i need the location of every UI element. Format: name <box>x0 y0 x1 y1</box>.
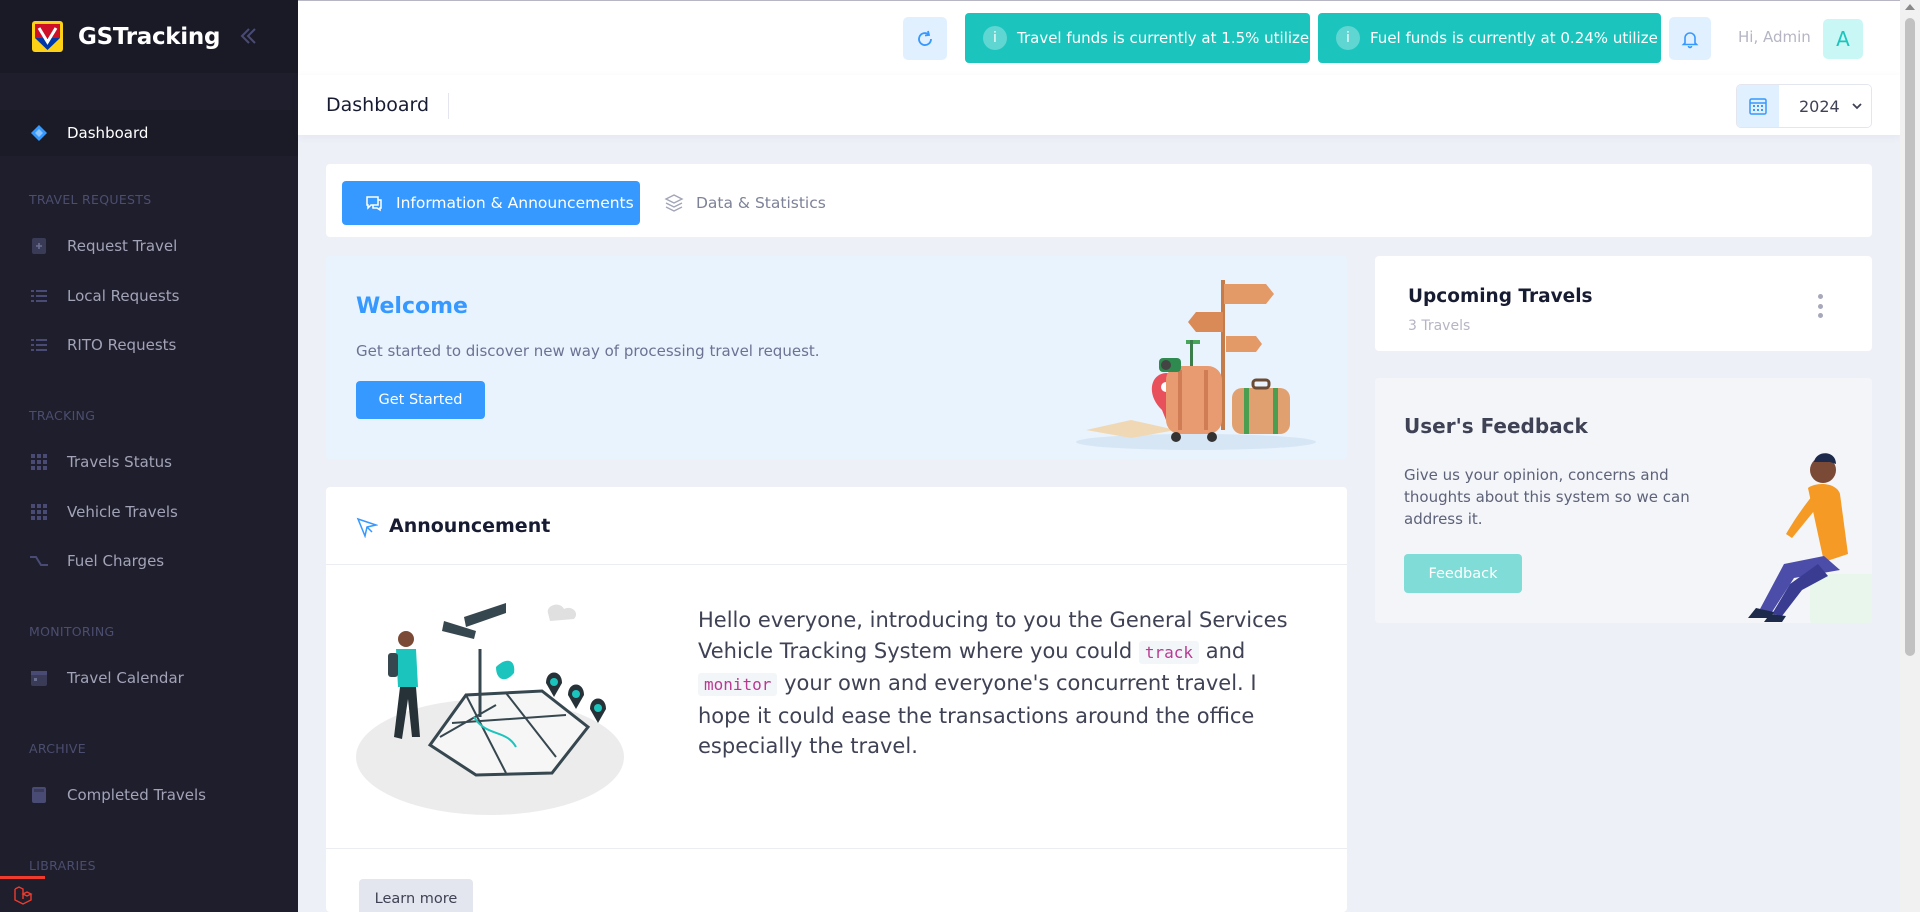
announcement-header: Announcement <box>326 487 1347 565</box>
sidebar-item-request-travel[interactable]: Request Travel <box>0 224 298 268</box>
more-options-icon[interactable] <box>1815 294 1825 318</box>
code-monitor: monitor <box>698 673 778 696</box>
sidebar-item-rito-requests[interactable]: RITO Requests <box>0 323 298 367</box>
section-tracking: TRACKING <box>29 408 96 423</box>
sidebar-item-travel-calendar[interactable]: Travel Calendar <box>0 656 298 700</box>
top-header: i Travel funds is currently at 1.5% util… <box>298 0 1900 75</box>
map-navigation-illustration <box>356 603 624 815</box>
feedback-text: Give us your opinion, concerns and thoug… <box>1404 466 1690 528</box>
chevron-down-icon <box>1852 103 1862 110</box>
scroll-thumb[interactable] <box>1905 18 1915 656</box>
upcoming-travels-count: 3 Travels <box>1408 318 1471 334</box>
sidebar-item-label: Completed Travels <box>67 786 206 804</box>
sidebar-item-label: Travels Status <box>67 453 172 471</box>
page-title: Dashboard <box>326 94 430 116</box>
sidebar-item-travels-status[interactable]: Travels Status <box>0 440 298 484</box>
sidebar-item-label: Dashboard <box>67 124 149 142</box>
layers-icon <box>664 193 684 213</box>
feedback-card: User's Feedback Give us your opinion, co… <box>1375 378 1872 623</box>
travel-luggage-illustration <box>1076 280 1316 450</box>
section-travel-requests: TRAVEL REQUESTS <box>29 192 152 207</box>
collapse-sidebar-icon[interactable] <box>236 24 260 48</box>
tab-label: Information & Announcements <box>396 194 634 212</box>
tab-information-announcements[interactable]: Information & Announcements <box>342 181 640 225</box>
route-icon <box>29 551 49 571</box>
feedback-button[interactable]: Feedback <box>1404 554 1522 593</box>
sidebar-item-fuel-charges[interactable]: Fuel Charges <box>0 539 298 583</box>
travel-funds-badge: i Travel funds is currently at 1.5% util… <box>965 13 1310 63</box>
upcoming-travels-title: Upcoming Travels <box>1408 286 1593 307</box>
welcome-title: Welcome <box>356 294 468 319</box>
welcome-text: Get started to discover new way of proce… <box>356 342 820 360</box>
sidebar-item-vehicle-travels[interactable]: Vehicle Travels <box>0 490 298 534</box>
person-sitting-illustration <box>1748 453 1872 623</box>
year-select-value[interactable]: 2024 <box>1779 85 1871 127</box>
year-select[interactable]: 2024 <box>1736 84 1872 128</box>
page-scrollbar[interactable] <box>1900 0 1920 912</box>
code-track: track <box>1138 640 1200 664</box>
sidebar-item-local-requests[interactable]: Local Requests <box>0 274 298 318</box>
book-icon <box>29 785 49 805</box>
user-greeting[interactable]: Hi, Admin <box>1738 28 1811 46</box>
announcement-text-1: Hello everyone, introducing to you the G… <box>698 608 1288 663</box>
chat-icon <box>364 193 384 213</box>
calendar-icon <box>1737 85 1779 127</box>
sidebar-item-label: RITO Requests <box>67 336 177 354</box>
send-icon <box>356 517 378 538</box>
sidebar-item-label: Vehicle Travels <box>67 503 178 521</box>
logo-icon <box>32 21 63 52</box>
grid-icon <box>29 502 49 522</box>
announcement-card: Announcement Hello everyone, introducing… <box>326 487 1347 912</box>
avatar[interactable]: A <box>1823 19 1863 59</box>
list-icon <box>29 286 49 306</box>
refresh-button[interactable] <box>903 17 947 60</box>
scroll-up-icon[interactable] <box>1905 4 1915 10</box>
sidebar-item-label: Local Requests <box>67 287 180 305</box>
fuel-funds-text: Fuel funds is currently at 0.24% utilize <box>1370 29 1658 47</box>
notifications-button[interactable] <box>1669 17 1711 60</box>
subheader: Dashboard 2024 <box>298 75 1900 135</box>
app-name: GSTracking <box>78 23 221 50</box>
learn-more-button[interactable]: Learn more <box>359 879 473 912</box>
title-separator <box>448 93 449 119</box>
year-value: 2024 <box>1799 96 1840 116</box>
fuel-funds-badge: i Fuel funds is currently at 0.24% utili… <box>1318 13 1661 63</box>
section-monitoring: MONITORING <box>29 624 115 639</box>
list-icon <box>29 335 49 355</box>
tab-data-statistics[interactable]: Data & Statistics <box>664 181 826 225</box>
tabs-card: Information & Announcements Data & Stati… <box>326 164 1872 237</box>
section-archive: ARCHIVE <box>29 741 86 756</box>
announcement-title: Announcement <box>389 515 551 537</box>
bell-icon <box>1681 31 1699 48</box>
sidebar-item-label: Fuel Charges <box>67 552 165 570</box>
get-started-button[interactable]: Get Started <box>356 381 485 419</box>
sidebar-item-label: Travel Calendar <box>67 669 184 687</box>
plus-file-icon <box>29 236 49 256</box>
upcoming-travels-card: Upcoming Travels 3 Travels <box>1375 256 1872 351</box>
feedback-title: User's Feedback <box>1404 414 1588 438</box>
tab-label: Data & Statistics <box>696 194 826 212</box>
grid-icon <box>29 452 49 472</box>
info-icon: i <box>1336 26 1360 50</box>
info-icon: i <box>983 26 1007 50</box>
calendar-icon <box>29 668 49 688</box>
travel-funds-text: Travel funds is currently at 1.5% utiliz… <box>1017 29 1310 47</box>
laravel-debug-icon[interactable] <box>0 876 45 912</box>
divider <box>326 848 1347 849</box>
sidebar-item-completed-travels[interactable]: Completed Travels <box>0 773 298 817</box>
section-libraries: LIBRARIES <box>29 858 96 873</box>
diamond-icon <box>29 123 49 143</box>
welcome-card: Welcome Get started to discover new way … <box>326 256 1347 459</box>
refresh-icon <box>918 30 932 46</box>
sidebar-item-dashboard[interactable]: Dashboard <box>0 110 298 156</box>
sidebar-item-label: Request Travel <box>67 237 178 255</box>
announcement-text: Hello everyone, introducing to you the G… <box>698 605 1298 762</box>
announcement-text-2: and <box>1205 638 1246 663</box>
sidebar: GSTracking Dashboard TRAVEL REQUESTS Req… <box>0 0 298 912</box>
announcement-text-3: your own and everyone's concurrent trave… <box>698 671 1257 758</box>
